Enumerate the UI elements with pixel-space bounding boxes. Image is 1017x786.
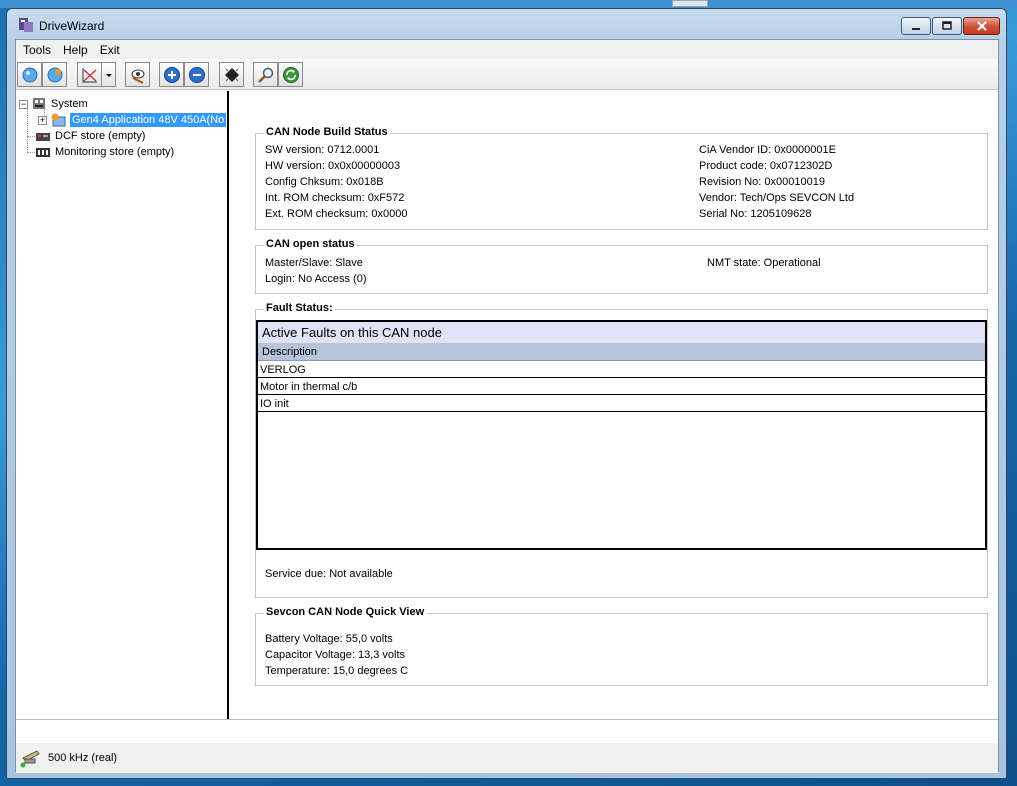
product-code: Product code: 0x0712302D: [699, 160, 833, 172]
search-icon: [257, 67, 273, 83]
search-button[interactable]: [253, 62, 278, 87]
tree-label-system: System: [51, 98, 88, 110]
status-bar: 500 kHz (real): [16, 743, 998, 773]
collapse-icon[interactable]: −: [19, 99, 28, 109]
vendor: Vendor: Tech/Ops SEVCON Ltd: [699, 192, 855, 204]
active-faults-panel: Active Faults on this CAN node Descripti…: [256, 320, 987, 550]
dropdown-arrow-icon: [105, 73, 112, 77]
title-bar[interactable]: DriveWizard: [7, 9, 1006, 39]
connect-icon: [22, 67, 37, 82]
fault-status-title: Fault Status:: [264, 302, 335, 314]
graph-button[interactable]: [77, 62, 102, 87]
active-faults-title: Active Faults on this CAN node: [258, 322, 985, 343]
tree-label-monitoring: Monitoring store (empty): [55, 146, 175, 158]
login-status: Login: No Access (0): [265, 273, 367, 285]
device-button[interactable]: [219, 62, 244, 87]
disconnect-icon: [47, 67, 62, 82]
zoom-in-icon: [163, 66, 180, 83]
toolbar: [16, 59, 998, 90]
graph-icon: [82, 67, 97, 82]
menu-tools[interactable]: Tools: [23, 43, 51, 57]
fault-status-group: Fault Status: Active Faults on this CAN …: [255, 302, 988, 598]
ext-rom-checksum: Ext. ROM checksum: 0x0000: [265, 208, 408, 220]
temperature: Temperature: 15,0 degrees C: [265, 665, 409, 677]
maximize-button[interactable]: [932, 17, 962, 35]
fault-row[interactable]: Motor in thermal c/b: [258, 378, 985, 395]
service-due: Service due: Not available: [265, 568, 393, 580]
tree-item-system[interactable]: − System: [19, 96, 88, 112]
zoom-out-button[interactable]: [184, 62, 209, 87]
desktop-background: [0, 0, 1017, 8]
battery-voltage: Battery Voltage: 55,0 volts: [265, 633, 393, 645]
capacitor-voltage: Capacitor Voltage: 13,3 volts: [265, 649, 406, 661]
fault-row[interactable]: IO init: [258, 395, 985, 412]
tree-item-monitoring-store[interactable]: Monitoring store (empty): [32, 144, 174, 160]
quick-view-group: Sevcon CAN Node Quick View Battery Volta…: [255, 606, 988, 686]
hw-version: HW version: 0x0x00000003: [265, 160, 401, 172]
quick-view-title: Sevcon CAN Node Quick View: [264, 606, 427, 618]
zoom-out-icon: [188, 66, 205, 83]
expand-icon[interactable]: +: [38, 115, 47, 125]
drivewizard-app-icon: [19, 18, 33, 32]
zoom-in-button[interactable]: [159, 62, 184, 87]
menu-help[interactable]: Help: [63, 43, 88, 57]
watch-button[interactable]: [125, 62, 150, 87]
device-tree: − System + Gen4 Application 48V 450A(No …: [16, 91, 229, 719]
minimize-icon: [912, 28, 920, 30]
build-status-group: CAN Node Build Status SW version: 0712.0…: [255, 126, 988, 230]
window-title: DriveWizard: [39, 19, 105, 33]
tree-label-node: Gen4 Application 48V 450A(No: [70, 113, 227, 127]
eye-icon: [131, 69, 144, 84]
minimize-button[interactable]: [901, 17, 931, 35]
serial-no: Serial No: 1205109628: [699, 208, 812, 220]
config-checksum: Config Chksum: 0x018B: [265, 176, 384, 188]
tree-item-node[interactable]: + Gen4 Application 48V 450A(No: [38, 112, 227, 128]
fault-row[interactable]: VERLOG: [258, 361, 985, 378]
int-rom-checksum: Int. ROM checksum: 0xF572: [265, 192, 405, 204]
maximize-icon: [942, 21, 952, 30]
message-strip: [16, 719, 998, 743]
tree-label-dcf: DCF store (empty): [55, 130, 146, 142]
client-area: Tools Help Exit − System + Gen4 Applicat…: [15, 39, 999, 773]
tree-item-dcf-store[interactable]: DCF store (empty): [32, 128, 145, 144]
menu-bar: Tools Help Exit: [16, 40, 998, 59]
canopen-status-title: CAN open status: [264, 238, 357, 250]
monitoring-store-icon: [36, 148, 50, 157]
connect-button[interactable]: [17, 62, 42, 87]
chip-icon: [224, 67, 239, 82]
refresh-button[interactable]: [278, 62, 303, 87]
nmt-state: NMT state: Operational: [707, 257, 821, 269]
master-slave: Master/Slave: Slave: [265, 257, 363, 269]
graph-dropdown-button[interactable]: [102, 62, 116, 87]
disconnect-button[interactable]: [42, 62, 67, 87]
desktop-gadget: [672, 0, 708, 7]
revision-no: Revision No: 0x00010019: [699, 176, 825, 188]
bitrate-status: 500 kHz (real): [48, 752, 118, 764]
node-icon: [51, 113, 66, 127]
menu-exit[interactable]: Exit: [100, 43, 120, 57]
refresh-icon: [282, 66, 299, 83]
description-column-header[interactable]: Description: [258, 343, 985, 361]
build-status-title: CAN Node Build Status: [264, 126, 390, 138]
sw-version: SW version: 0712.0001: [265, 144, 380, 156]
app-window: DriveWizard Tools Help Exit − System + G…: [6, 8, 1007, 779]
close-button[interactable]: [963, 17, 1000, 35]
canopen-status-group: CAN open status Master/Slave: Slave Logi…: [255, 238, 988, 294]
close-icon: [976, 21, 987, 31]
can-adapter-icon: [20, 750, 40, 768]
store-icon: [36, 133, 50, 141]
cia-vendor-id: CiA Vendor ID: 0x0000001E: [699, 144, 836, 156]
network-icon: [33, 98, 45, 109]
node-details-pane: CAN Node Build Status SW version: 0712.0…: [231, 91, 998, 719]
